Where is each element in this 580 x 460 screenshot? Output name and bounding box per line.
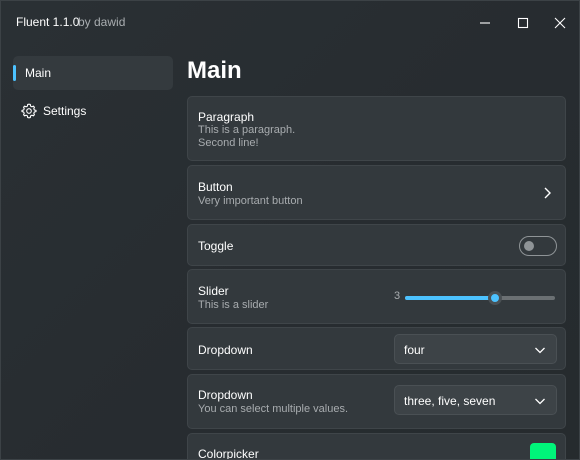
- colorpicker-title: Colorpicker: [198, 447, 259, 460]
- window-subtitle: by dawid: [78, 15, 126, 29]
- toggle-switch[interactable]: [519, 236, 557, 256]
- multi-dropdown-description: You can select multiple values.: [198, 403, 349, 415]
- close-button[interactable]: [542, 1, 578, 45]
- multi-dropdown-value: three, five, seven: [404, 394, 496, 408]
- app-window: Fluent 1.1.0 by dawid Main Settings Main…: [0, 0, 580, 460]
- gear-icon: [21, 103, 37, 119]
- dropdown-value: four: [404, 343, 425, 357]
- multi-dropdown-select[interactable]: three, five, seven: [394, 385, 557, 415]
- maximize-icon: [517, 17, 529, 29]
- dropdown-select[interactable]: four: [394, 334, 557, 364]
- dropdown-card: Dropdown four: [187, 327, 566, 370]
- button-card[interactable]: Button Very important button: [187, 165, 566, 220]
- paragraph-card: Paragraph This is a paragraph. Second li…: [187, 96, 566, 161]
- sidebar-item-label: Main: [25, 66, 52, 80]
- slider-thumb[interactable]: [488, 291, 502, 305]
- slider-description: This is a slider: [198, 299, 269, 311]
- chevron-right-icon: [544, 187, 551, 199]
- slider-card: Slider This is a slider 3: [187, 269, 566, 324]
- minimize-icon: [480, 22, 490, 24]
- colorpicker-card: Colorpicker: [187, 433, 566, 460]
- page-title: Main: [187, 57, 242, 84]
- paragraph-line-1: This is a paragraph.: [198, 124, 296, 136]
- paragraph-line-2: Second line!: [198, 137, 259, 149]
- slider-fill: [405, 296, 495, 300]
- title-bar[interactable]: Fluent 1.1.0 by dawid: [1, 1, 579, 45]
- button-description: Very important button: [198, 195, 303, 207]
- toggle-title: Toggle: [198, 239, 234, 253]
- sidebar-item-label: Settings: [43, 104, 87, 118]
- color-swatch[interactable]: [530, 443, 556, 459]
- paragraph-title: Paragraph: [198, 110, 255, 124]
- slider-value: 3: [394, 290, 401, 302]
- sidebar-item-main[interactable]: Main: [13, 56, 173, 90]
- chevron-down-icon: [535, 398, 545, 405]
- maximize-button[interactable]: [505, 1, 541, 45]
- toggle-card: Toggle: [187, 224, 566, 266]
- multi-dropdown-title: Dropdown: [198, 388, 253, 402]
- window-title: Fluent 1.1.0: [16, 15, 80, 29]
- button-title: Button: [198, 180, 233, 194]
- slider-title: Slider: [198, 284, 229, 298]
- slider-track[interactable]: [405, 291, 555, 305]
- selection-indicator: [13, 65, 16, 81]
- close-icon: [554, 17, 566, 29]
- sidebar-item-settings[interactable]: Settings: [13, 94, 173, 128]
- toggle-knob: [524, 241, 534, 251]
- dropdown-title: Dropdown: [198, 343, 253, 357]
- chevron-down-icon: [535, 347, 545, 354]
- multi-dropdown-card: Dropdown You can select multiple values.…: [187, 374, 566, 429]
- minimize-button[interactable]: [467, 1, 503, 45]
